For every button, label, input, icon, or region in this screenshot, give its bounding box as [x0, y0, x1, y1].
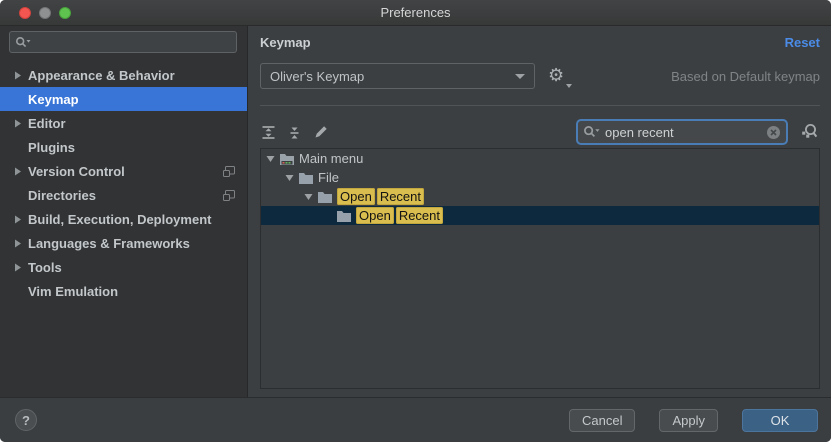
- tree-row-label: File: [318, 170, 339, 185]
- dialog-footer: ? Cancel Apply OK: [0, 397, 831, 442]
- keymap-toolbar: [260, 119, 820, 145]
- folder-icon: [298, 171, 314, 185]
- find-by-shortcut-icon: [800, 123, 819, 141]
- sidebar-item-label: Plugins: [28, 140, 235, 155]
- minimize-window-button[interactable]: [39, 7, 51, 19]
- sidebar-item-keymap[interactable]: Keymap: [0, 87, 247, 111]
- action-search-field[interactable]: [576, 119, 788, 145]
- preferences-window: Preferences Appearance & Behavior: [0, 0, 831, 442]
- tree-expand-icon[interactable]: [284, 174, 294, 182]
- keymap-settings-button[interactable]: ⚙: [548, 65, 570, 87]
- cancel-button[interactable]: Cancel: [569, 409, 635, 432]
- keymap-select[interactable]: Oliver's Keymap: [260, 63, 535, 89]
- keymap-select-row: Oliver's Keymap ⚙ Based on Default keyma…: [260, 63, 820, 89]
- collapse-all-icon: [287, 125, 302, 140]
- expand-all-icon: [261, 125, 276, 140]
- expand-all-button[interactable]: [260, 124, 277, 141]
- search-match-highlight: Recent: [396, 207, 443, 224]
- sidebar-item-directories[interactable]: Directories: [0, 183, 247, 207]
- sidebar-item-label: Build, Execution, Deployment: [28, 212, 235, 227]
- sidebar-search-input[interactable]: [33, 34, 231, 50]
- folder-icon: [317, 190, 333, 204]
- sidebar-item-label: Editor: [28, 116, 235, 131]
- tree-row[interactable]: File: [261, 168, 819, 187]
- action-search-input[interactable]: [603, 124, 763, 141]
- clear-search-icon[interactable]: [766, 125, 781, 140]
- folder-icon: [336, 209, 352, 223]
- based-on-label: Based on Default keymap: [671, 69, 820, 84]
- pencil-icon: [313, 124, 329, 140]
- find-actions-by-shortcut-button[interactable]: [798, 122, 820, 142]
- sidebar-item-label: Keymap: [28, 92, 235, 107]
- main-area: Appearance & Behavior Keymap Editor: [0, 26, 831, 397]
- titlebar: Preferences: [0, 0, 831, 26]
- sidebar-search-field[interactable]: [9, 31, 237, 53]
- zoom-window-button[interactable]: [59, 7, 71, 19]
- tree-row-label: OpenRecent: [356, 208, 445, 223]
- per-project-settings-icon: [223, 190, 235, 201]
- search-match-highlight: Recent: [377, 188, 424, 205]
- tree-row[interactable]: OpenRecent: [261, 206, 819, 225]
- close-window-button[interactable]: [19, 7, 31, 19]
- tree-row[interactable]: OpenRecent: [261, 187, 819, 206]
- sidebar-item-appearance-behavior[interactable]: Appearance & Behavior: [0, 63, 247, 87]
- edit-shortcut-button[interactable]: [312, 124, 329, 141]
- keymap-select-value: Oliver's Keymap: [270, 69, 515, 84]
- chevron-right-icon: [14, 119, 22, 128]
- sidebar-item-tools[interactable]: Tools: [0, 255, 247, 279]
- search-icon: [583, 125, 600, 139]
- chevron-right-icon: [14, 215, 22, 224]
- sidebar-item-vim-emulation[interactable]: Vim Emulation: [0, 279, 247, 303]
- reset-link[interactable]: Reset: [785, 35, 820, 50]
- main-menu-icon: [279, 152, 295, 166]
- sidebar-item-label: Version Control: [28, 164, 217, 179]
- settings-sidebar: Appearance & Behavior Keymap Editor: [0, 26, 248, 397]
- per-project-settings-icon: [223, 166, 235, 177]
- sidebar-item-languages-frameworks[interactable]: Languages & Frameworks: [0, 231, 247, 255]
- sidebar-item-editor[interactable]: Editor: [0, 111, 247, 135]
- chevron-right-icon: [14, 263, 22, 272]
- keymap-tree: Main menu File: [260, 148, 820, 389]
- tree-expand-icon[interactable]: [303, 193, 313, 201]
- sidebar-item-version-control[interactable]: Version Control: [0, 159, 247, 183]
- chevron-down-icon: [566, 84, 572, 88]
- search-match-highlight: Open: [337, 188, 375, 205]
- separator: [260, 105, 820, 106]
- collapse-all-button[interactable]: [286, 124, 303, 141]
- tree-row-label: Main menu: [299, 151, 363, 166]
- tree-row-label: OpenRecent: [337, 189, 426, 204]
- chevron-down-icon: [515, 74, 525, 79]
- tree-row[interactable]: Main menu: [261, 149, 819, 168]
- sidebar-item-plugins[interactable]: Plugins: [0, 135, 247, 159]
- gear-icon: ⚙: [548, 65, 564, 85]
- sidebar-item-label: Tools: [28, 260, 235, 275]
- keymap-panel: Keymap Reset Oliver's Keymap ⚙ Based on …: [248, 26, 831, 397]
- ok-button[interactable]: OK: [742, 409, 818, 432]
- sidebar-nav: Appearance & Behavior Keymap Editor: [0, 63, 247, 303]
- sidebar-item-label: Appearance & Behavior: [28, 68, 235, 83]
- sidebar-item-label: Vim Emulation: [28, 284, 235, 299]
- sidebar-item-label: Languages & Frameworks: [28, 236, 235, 251]
- page-title: Keymap: [260, 35, 311, 50]
- tree-expand-icon[interactable]: [265, 155, 275, 163]
- chevron-right-icon: [14, 239, 22, 248]
- sidebar-item-build-execution-deployment[interactable]: Build, Execution, Deployment: [0, 207, 247, 231]
- search-match-highlight: Open: [356, 207, 394, 224]
- chevron-right-icon: [14, 71, 22, 80]
- traffic-lights: [19, 7, 71, 19]
- sidebar-item-label: Directories: [28, 188, 217, 203]
- window-title: Preferences: [380, 5, 450, 20]
- help-button[interactable]: ?: [15, 409, 37, 431]
- apply-button[interactable]: Apply: [659, 409, 718, 432]
- search-icon: [15, 36, 31, 49]
- panel-header: Keymap Reset: [260, 35, 820, 50]
- footer-buttons: Cancel Apply OK: [569, 409, 818, 432]
- chevron-right-icon: [14, 167, 22, 176]
